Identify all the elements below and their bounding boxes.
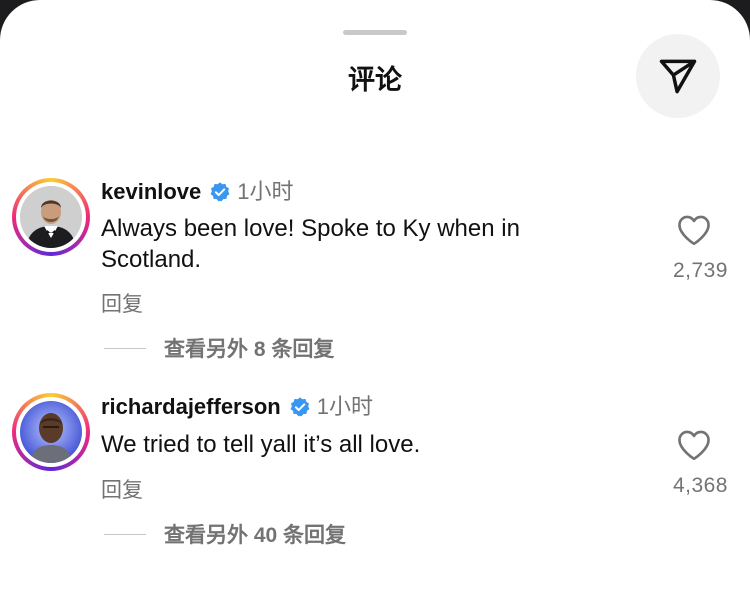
verified-badge-icon [209, 181, 231, 203]
drag-handle[interactable] [343, 30, 407, 35]
reply-button[interactable]: 回复 [101, 288, 143, 318]
comment-text-line: Always been love! Spoke to Ky when in [101, 215, 520, 242]
comment-timestamp: 1小时 [316, 394, 373, 419]
comment-text-line: We tried to tell yall it’s all love. [101, 431, 421, 458]
avatar[interactable] [12, 178, 90, 256]
comment-username[interactable]: kevinlove [101, 178, 201, 206]
comment-text: Always been love! Spoke to Ky when in Sc… [101, 213, 601, 275]
comments-sheet: 评论 kevinlove 1小时 Always been love! Spoke… [0, 0, 750, 600]
view-more-replies[interactable]: 查看另外 8 条回复 [104, 333, 334, 363]
like-count: 4,368 [672, 474, 728, 497]
avatar[interactable] [12, 393, 90, 471]
divider-line [104, 347, 146, 349]
view-more-replies-label: 查看另外 40 条回复 [164, 524, 347, 547]
comment-timestamp: 1小时 [237, 179, 294, 204]
view-more-replies-label: 查看另外 8 条回复 [164, 338, 335, 361]
like-heart-icon[interactable] [676, 429, 712, 461]
send-icon [659, 59, 697, 94]
like-count: 2,739 [672, 259, 728, 282]
comment-text-line: Scotland. [101, 246, 202, 273]
view-more-replies[interactable]: 查看另外 40 条回复 [104, 519, 346, 549]
like-heart-icon[interactable] [676, 214, 712, 246]
verified-badge-icon [289, 396, 311, 418]
divider-line [104, 533, 146, 535]
reply-button[interactable]: 回复 [101, 474, 143, 504]
share-button[interactable] [636, 34, 720, 118]
comment-text: We tried to tell yall it’s all love. [101, 429, 601, 460]
comment-username[interactable]: richardajefferson [101, 393, 281, 421]
